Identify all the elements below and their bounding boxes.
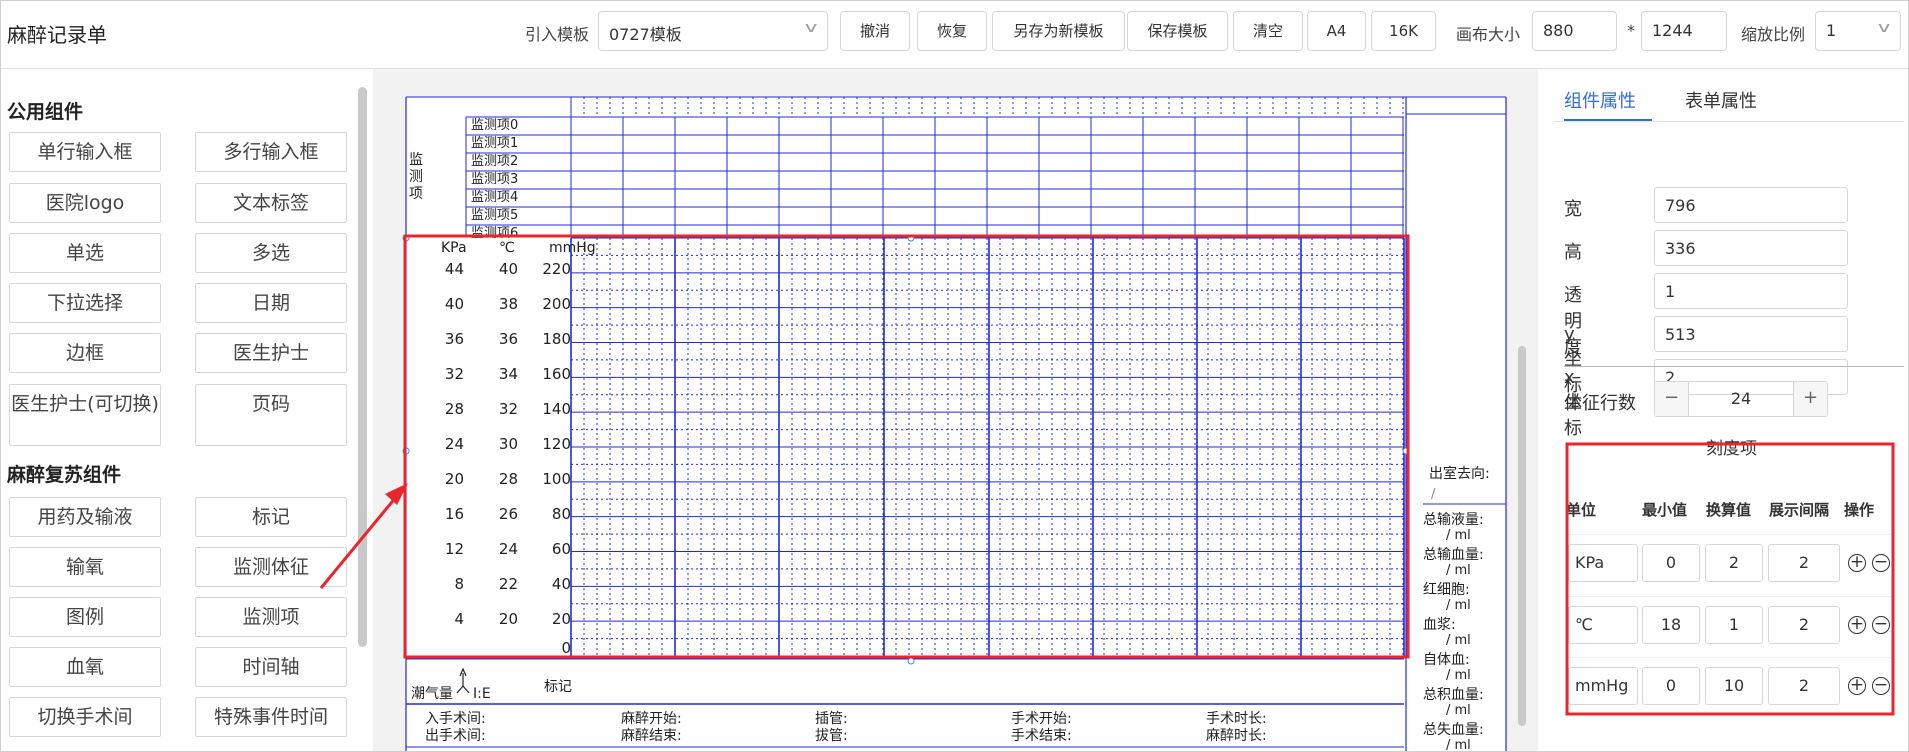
scale-interval-input[interactable]: 2 <box>1768 667 1840 705</box>
scale-header: 操作 <box>1844 501 1875 519</box>
add-row-icon[interactable]: + <box>1848 554 1866 572</box>
scale-section-title: 刻度项 <box>1694 434 1769 459</box>
scale-unit-input[interactable]: KPa <box>1568 544 1638 582</box>
chevron-down-icon: v <box>804 20 818 36</box>
canvas-area <box>373 69 1538 751</box>
vital-rows-stepper[interactable]: − 24 + <box>1654 381 1828 417</box>
component-button[interactable]: 监测项 <box>195 597 347 637</box>
scale-header: 展示间隔 <box>1769 501 1830 519</box>
public-components-title: 公用组件 <box>7 101 84 123</box>
minus-button[interactable]: − <box>1655 382 1689 416</box>
component-button[interactable]: 医生护士(可切换) <box>9 384 161 446</box>
scale-min-input[interactable]: 0 <box>1642 544 1700 582</box>
scale-min-input[interactable]: 18 <box>1642 606 1700 644</box>
remove-row-icon[interactable]: − <box>1872 677 1890 695</box>
prop-input[interactable]: 336 <box>1654 230 1848 266</box>
section-divider <box>1564 366 1904 367</box>
page: 麻醉记录单 引入模板 0727模板 v 撤消 恢复 另存为新模板 保存模板 清空… <box>0 0 1909 752</box>
component-panel: 公用组件 单行输入框 多行输入框 医院logo 文本标签 单选 多选 下拉选择 日期 边框 医生护… <box>1 69 366 751</box>
component-button[interactable]: 单行输入框 <box>9 132 161 172</box>
scale-header: 最小值 <box>1642 501 1688 519</box>
component-button[interactable]: 医院logo <box>9 183 161 223</box>
scale-conv-input[interactable]: 1 <box>1705 606 1763 644</box>
times-sign: * <box>1627 21 1635 40</box>
component-button[interactable]: 日期 <box>195 283 347 323</box>
template-label: 引入模板 <box>525 25 590 44</box>
component-button[interactable]: 页码 <box>195 384 347 446</box>
component-button[interactable]: 边框 <box>9 333 161 373</box>
16k-button[interactable]: 16K <box>1371 11 1436 51</box>
component-button[interactable]: 多行输入框 <box>195 132 347 172</box>
left-scrollbar[interactable] <box>358 87 367 647</box>
component-button[interactable]: 下拉选择 <box>9 283 161 323</box>
scale-conv-input[interactable]: 2 <box>1705 544 1763 582</box>
component-button[interactable]: 图例 <box>9 597 161 637</box>
component-button[interactable]: 用药及输液 <box>9 497 161 537</box>
scale-row-divider <box>1566 596 1894 597</box>
scale-interval-input[interactable]: 2 <box>1768 606 1840 644</box>
zoom-label: 缩放比例 <box>1741 25 1806 44</box>
component-button[interactable]: 标记 <box>195 497 347 537</box>
scale-min-input[interactable]: 0 <box>1642 667 1700 705</box>
remove-row-icon[interactable]: − <box>1872 616 1890 634</box>
prop-input[interactable]: 1 <box>1654 273 1848 309</box>
vital-rows-value[interactable]: 24 <box>1689 382 1793 416</box>
property-panel: 组件属性 表单属性 宽 796 高 336 透明度 1 y 坐标 513 x 坐标 2 体征行数 … <box>1554 69 1908 751</box>
prop-input[interactable]: 513 <box>1654 316 1848 352</box>
scale-header: 单位 <box>1566 501 1597 519</box>
canvas-height-input[interactable]: 1244 <box>1641 11 1727 51</box>
tab-form-props[interactable]: 表单属性 <box>1685 87 1757 113</box>
zoom-select[interactable]: 1 v <box>1815 11 1901 51</box>
save-as-template-button[interactable]: 另存为新模板 <box>992 11 1125 51</box>
component-button[interactable]: 单选 <box>9 233 161 273</box>
canvas-size-label: 画布大小 <box>1456 25 1521 44</box>
clear-button[interactable]: 清空 <box>1233 11 1303 51</box>
component-button[interactable]: 多选 <box>195 233 347 273</box>
remove-row-icon[interactable]: − <box>1872 554 1890 572</box>
template-value: 0727模板 <box>609 25 682 44</box>
component-button[interactable]: 文本标签 <box>195 183 347 223</box>
scale-unit-input[interactable]: ℃ <box>1568 606 1638 644</box>
tab-component-props[interactable]: 组件属性 <box>1564 87 1636 113</box>
toolbar: 麻醉记录单 引入模板 0727模板 v 撤消 恢复 另存为新模板 保存模板 清空… <box>1 1 1908 69</box>
zoom-value: 1 <box>1826 21 1837 40</box>
app-title: 麻醉记录单 <box>7 23 107 47</box>
anesthesia-components-title: 麻醉复苏组件 <box>7 464 122 486</box>
component-button[interactable]: 切换手术间 <box>9 697 161 737</box>
tab-divider <box>1554 121 1904 122</box>
scale-row-divider <box>1566 534 1894 535</box>
save-template-button[interactable]: 保存模板 <box>1127 11 1228 51</box>
scale-conv-input[interactable]: 10 <box>1705 667 1763 705</box>
chevron-down-icon: v <box>1877 20 1891 36</box>
add-row-icon[interactable]: + <box>1848 677 1866 695</box>
prop-label: 宽 <box>1564 199 1582 220</box>
prop-input[interactable]: 796 <box>1654 187 1848 223</box>
redo-button[interactable]: 恢复 <box>917 11 987 51</box>
scale-unit-input[interactable]: mmHg <box>1568 667 1638 705</box>
component-button[interactable]: 特殊事件时间 <box>195 697 347 737</box>
undo-button[interactable]: 撤消 <box>840 11 910 51</box>
component-button[interactable]: 监测体征 <box>195 547 347 587</box>
plus-button[interactable]: + <box>1793 382 1827 416</box>
component-button[interactable]: 输氧 <box>9 547 161 587</box>
add-row-icon[interactable]: + <box>1848 616 1866 634</box>
scale-interval-input[interactable]: 2 <box>1768 544 1840 582</box>
prop-label: 高 <box>1564 242 1582 263</box>
canvas-scrollbar[interactable] <box>1518 346 1526 726</box>
component-button[interactable]: 血氧 <box>9 647 161 687</box>
scale-row-divider <box>1566 657 1894 658</box>
a4-button[interactable]: A4 <box>1307 11 1366 51</box>
canvas-width-input[interactable]: 880 <box>1532 11 1617 51</box>
template-select[interactable]: 0727模板 v <box>598 11 828 51</box>
vital-rows-label: 体征行数 <box>1564 393 1636 414</box>
component-button[interactable]: 时间轴 <box>195 647 347 687</box>
component-button[interactable]: 医生护士 <box>195 333 347 373</box>
scale-header: 换算值 <box>1706 501 1752 519</box>
